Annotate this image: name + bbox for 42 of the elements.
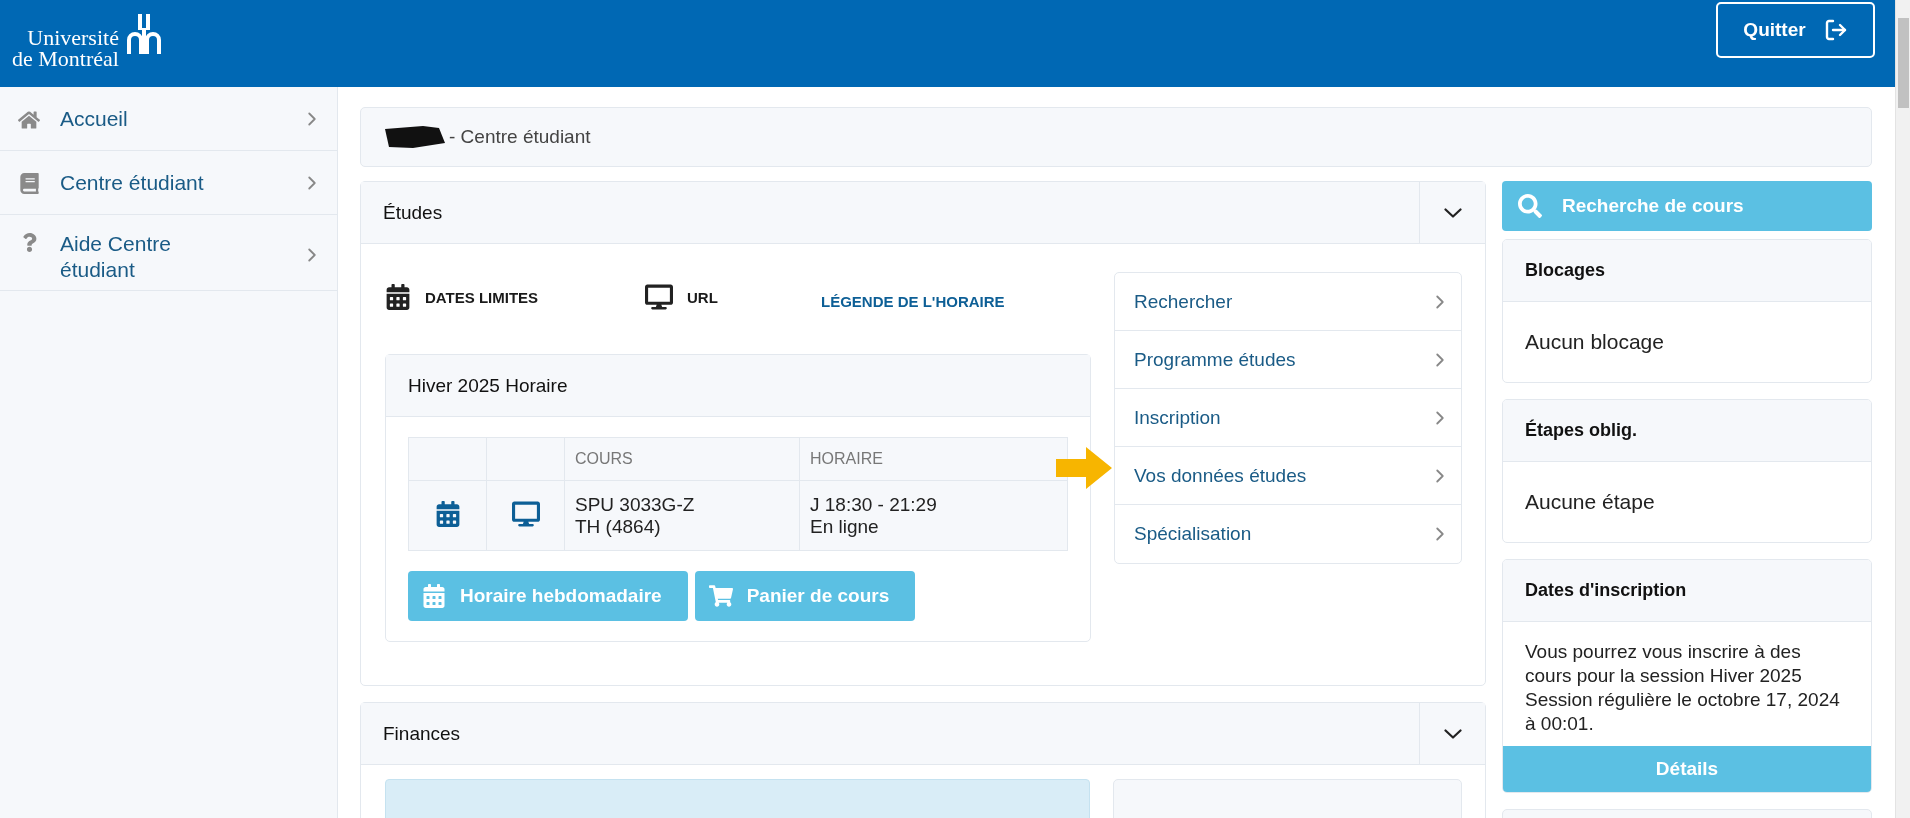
monitor-icon[interactable] <box>511 499 540 528</box>
monitor-icon <box>645 283 673 311</box>
table-cell: J 18:30 - 21:29 En ligne <box>799 480 1068 551</box>
card-text: Aucun blocage <box>1524 329 1665 355</box>
menu-item[interactable]: Rechercher <box>1115 273 1461 331</box>
calendar-icon <box>385 284 411 310</box>
card-title: Dates d'inscription <box>1525 580 1687 601</box>
calendar-icon[interactable] <box>434 500 461 527</box>
menu-item[interactable]: Spécialisation <box>1115 505 1461 563</box>
home-icon <box>18 108 40 131</box>
quick-link[interactable]: URL <box>645 283 821 311</box>
calendar-icon <box>422 584 446 608</box>
menu-item[interactable]: Inscription <box>1115 389 1461 447</box>
university-logo-text: Université de Montréal <box>12 26 119 69</box>
card-title: Étapes oblig. <box>1525 420 1638 441</box>
logo-mark-icon <box>124 13 163 56</box>
table-cell: SPU 3033G-Z TH (4864) <box>564 480 800 551</box>
pointer-arrow <box>1056 447 1112 489</box>
chevron-down-icon <box>1443 207 1462 218</box>
column-header: COURS <box>564 437 800 481</box>
card-title: Blocages <box>1525 260 1606 281</box>
breadcrumb-text: - Centre étudiant <box>449 126 591 148</box>
search-icon <box>1518 194 1542 218</box>
quit-button[interactable]: Quitter <box>1716 1 1875 58</box>
quick-link[interactable]: DATES LIMITES <box>385 284 645 310</box>
cart-icon <box>708 584 733 608</box>
card-text: Vous pourrez vous inscrire à des cours pour la session Hiver 2025 Session régulière le octobre 17, 2024 à 00:01. <box>1524 640 1841 736</box>
panel-title: Études <box>382 201 444 224</box>
panel-title: Finances <box>382 722 462 745</box>
sidebar-item[interactable]: Accueil <box>0 87 337 151</box>
book-icon <box>18 173 40 194</box>
card-title: Hiver 2025 Horaire <box>408 374 568 397</box>
sidebar-item[interactable]: Centre étudiant <box>0 151 337 215</box>
menu-item[interactable]: Programme études <box>1115 331 1461 389</box>
redaction-mark <box>383 123 447 151</box>
menu-item[interactable]: Vos données études <box>1115 447 1461 505</box>
card-text: Aucune étape <box>1524 489 1656 515</box>
sidebar-item[interactable]: Aide Centre étudiant <box>0 215 337 291</box>
column-header: HORAIRE <box>799 437 1068 481</box>
chevron-down-icon <box>1443 728 1462 739</box>
schedule-legend-link[interactable]: LÉGENDE DE L'HORAIRE <box>821 292 1005 310</box>
logout-icon <box>1823 17 1848 42</box>
